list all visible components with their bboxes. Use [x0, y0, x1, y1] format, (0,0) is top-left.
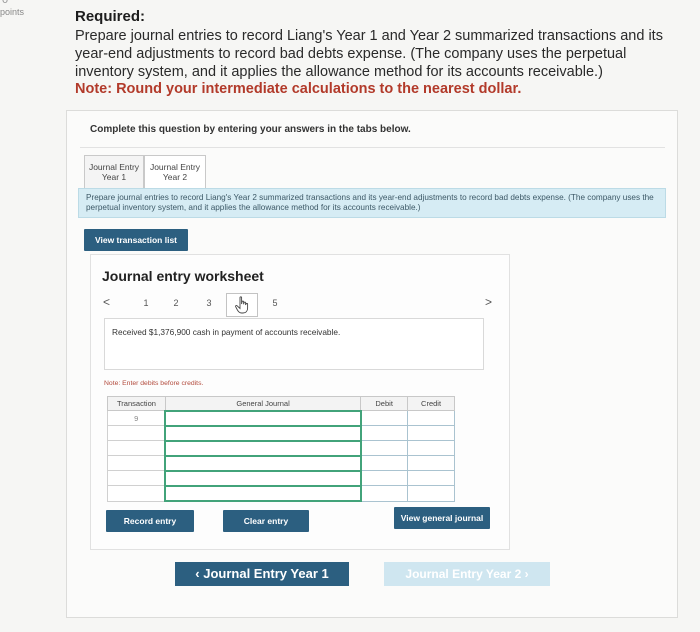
journal-entry-table: Transaction General Journal Debit Credit…	[107, 396, 455, 503]
table-row	[107, 454, 455, 472]
record-entry-button[interactable]: Record entry	[106, 510, 194, 532]
credit-input[interactable]	[407, 485, 455, 502]
debits-note: Note: Enter debits before credits.	[104, 380, 204, 387]
table-row	[107, 484, 455, 503]
transaction-number: 9	[107, 409, 166, 427]
instruction-text: Prepare journal entries to record Liang'…	[86, 193, 654, 212]
tab-journal-entry-year-2[interactable]: Journal Entry Year 2	[144, 155, 206, 191]
worksheet-title: Journal entry worksheet	[102, 268, 264, 284]
debit-input[interactable]	[360, 440, 409, 457]
prev-tab-label: Journal Entry Year 1	[203, 566, 329, 581]
chevron-right-icon: ›	[524, 567, 529, 581]
credit-input[interactable]	[407, 425, 455, 442]
hand-pointer-icon	[235, 296, 249, 314]
transaction-cell	[107, 485, 166, 502]
page-link-3[interactable]: 3	[202, 298, 216, 308]
credit-input[interactable]	[407, 470, 455, 487]
chevron-right-icon[interactable]: >	[485, 295, 492, 309]
clear-entry-button[interactable]: Clear entry	[223, 510, 309, 532]
transaction-cell	[107, 440, 166, 457]
page-link-current[interactable]	[226, 293, 258, 317]
transaction-cell	[107, 425, 166, 442]
page-link-2[interactable]: 2	[169, 298, 183, 308]
credit-input[interactable]	[407, 409, 455, 427]
table-row	[107, 424, 455, 442]
account-select[interactable]	[164, 409, 362, 427]
chevron-left-icon[interactable]: <	[103, 295, 110, 309]
transaction-description-box	[104, 318, 484, 370]
header-general-journal: General Journal	[164, 396, 362, 411]
tab-label-line2: Year 1	[101, 172, 127, 182]
page-link-1[interactable]: 1	[139, 298, 153, 308]
view-general-journal-button[interactable]: View general journal	[394, 507, 490, 529]
header-transaction: Transaction	[107, 396, 166, 411]
rounding-note: Note: Round your intermediate calculatio…	[75, 81, 522, 97]
debit-input[interactable]	[360, 425, 409, 442]
tab-label-line1: Journal Entry	[149, 162, 201, 172]
table-header-row: Transaction General Journal Debit Credit	[107, 396, 455, 411]
account-select[interactable]	[164, 424, 362, 442]
debit-input[interactable]	[360, 485, 409, 502]
points-label: points	[0, 7, 25, 17]
table-row: 9	[107, 409, 455, 427]
table-row	[107, 469, 455, 487]
account-select[interactable]	[164, 469, 362, 487]
transaction-description: Received $1,376,900 cash in payment of a…	[112, 327, 341, 337]
complete-instruction: Complete this question by entering your …	[90, 124, 411, 135]
chevron-left-icon: ‹	[195, 566, 200, 581]
tab-label-line2: Year 2	[162, 172, 188, 182]
account-select[interactable]	[164, 484, 362, 503]
prev-tab-button[interactable]: ‹ Journal Entry Year 1	[175, 562, 349, 586]
divider	[80, 147, 665, 148]
account-select[interactable]	[164, 439, 362, 457]
credit-input[interactable]	[407, 455, 455, 472]
view-transaction-list-button[interactable]: View transaction list	[84, 229, 188, 251]
transaction-cell	[107, 455, 166, 472]
tab-journal-entry-year-1[interactable]: Journal Entry Year 1	[84, 155, 144, 191]
debit-input[interactable]	[360, 470, 409, 487]
required-title: Required:	[75, 8, 146, 25]
debit-input[interactable]	[360, 409, 409, 427]
table-row	[107, 439, 455, 457]
header-credit: Credit	[407, 396, 455, 411]
next-tab-button[interactable]: Journal Entry Year 2 ›	[384, 562, 550, 586]
points-value: 0	[2, 0, 9, 6]
debit-input[interactable]	[360, 455, 409, 472]
required-body: Prepare journal entries to record Liang'…	[75, 28, 663, 80]
tab-label-line1: Journal Entry	[88, 162, 140, 172]
account-select[interactable]	[164, 454, 362, 472]
next-tab-label: Journal Entry Year 2	[405, 567, 522, 581]
page-link-5[interactable]: 5	[268, 298, 282, 308]
header-debit: Debit	[360, 396, 409, 411]
transaction-cell	[107, 470, 166, 487]
credit-input[interactable]	[407, 440, 455, 457]
